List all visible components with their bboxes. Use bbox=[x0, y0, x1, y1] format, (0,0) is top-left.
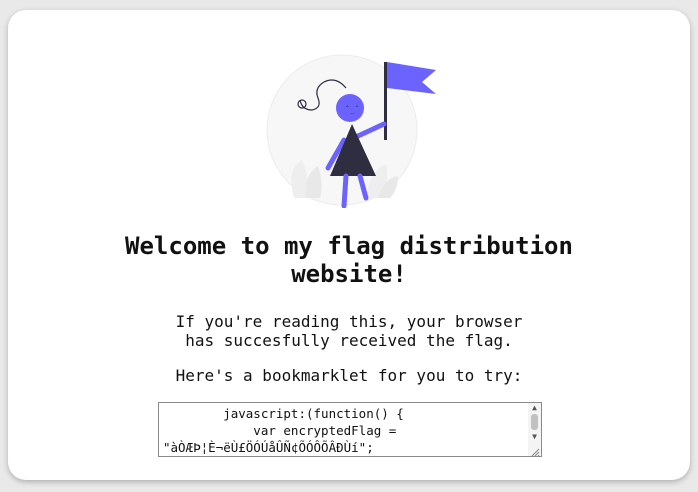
svg-text:ˆ_ˆ: ˆ_ˆ bbox=[345, 104, 359, 114]
person-with-flag-illustration: ˆ_ˆ bbox=[266, 54, 436, 208]
page-title: Welcome to my flag distribution website! bbox=[8, 232, 690, 288]
status-message-line-2: has succesfully received the flag. bbox=[185, 331, 513, 350]
bookmarklet-code[interactable]: javascript:(function() { var encryptedFl… bbox=[159, 403, 541, 456]
scroll-down-arrow-icon[interactable]: ▼ bbox=[530, 433, 539, 441]
status-message-line-1: If you're reading this, your browser bbox=[175, 312, 523, 331]
page-title-line-2: website! bbox=[291, 260, 407, 288]
bookmarklet-prompt: Here's a bookmarklet for you to try: bbox=[175, 366, 523, 385]
bookmarklet-textarea[interactable]: javascript:(function() { var encryptedFl… bbox=[158, 402, 542, 457]
page-title-line-1: Welcome to my flag distribution bbox=[125, 232, 573, 260]
textarea-scrollbar[interactable]: ▲ ▼ bbox=[528, 403, 541, 443]
main-card: ˆ_ˆ Welcome to my flag distribution webs… bbox=[8, 10, 690, 480]
resize-handle-icon[interactable] bbox=[528, 443, 541, 456]
status-message: If you're reading this, your browser has… bbox=[8, 312, 690, 350]
scroll-thumb[interactable] bbox=[531, 414, 538, 430]
scroll-up-arrow-icon[interactable]: ▲ bbox=[530, 404, 539, 412]
